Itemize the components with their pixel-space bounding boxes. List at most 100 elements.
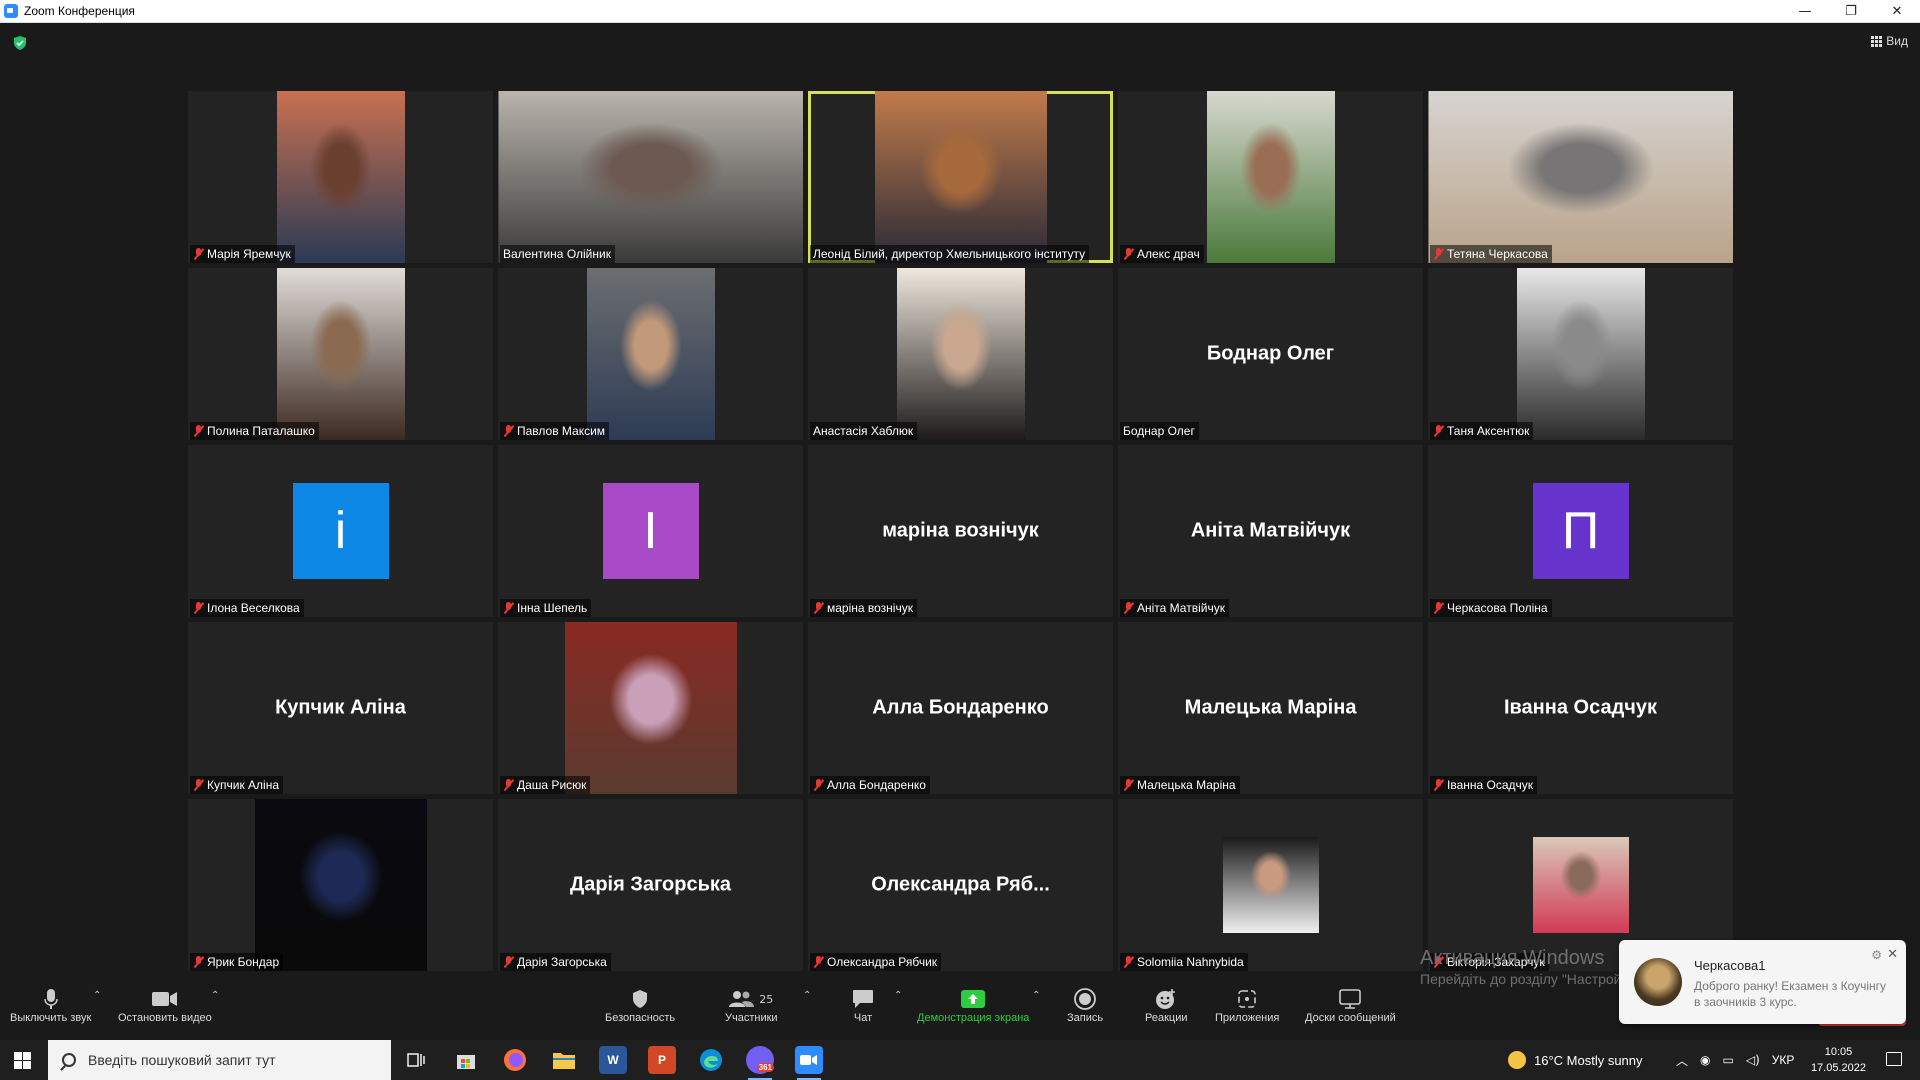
microphone-muted-icon	[193, 779, 204, 791]
microphone-muted-icon	[813, 956, 824, 968]
participant-name-tag: Валентина Олійник	[500, 245, 615, 263]
volume-icon[interactable]: ◁)	[1746, 1053, 1760, 1067]
participant-tile[interactable]: Тетяна Черкасова	[1428, 91, 1733, 263]
chat-button[interactable]: Чат	[852, 988, 874, 1024]
participant-name: Таня Аксентюк	[1447, 424, 1530, 438]
microphone-muted-icon	[1433, 602, 1444, 614]
participant-tile[interactable]: Таня Аксентюк	[1428, 268, 1733, 440]
zoom-taskbar-icon[interactable]	[795, 1046, 823, 1080]
participant-name-tag: Тетяна Черкасова	[1430, 245, 1552, 263]
participant-name: Тетяна Черкасова	[1447, 247, 1548, 261]
apps-label: Приложения	[1215, 1012, 1280, 1024]
participant-tile[interactable]: Іванна Осадчук Іванна Осадчук	[1428, 622, 1733, 794]
view-button[interactable]: Вид	[1871, 34, 1908, 48]
file-explorer-icon[interactable]	[550, 1046, 578, 1074]
microphone-muted-icon	[1433, 248, 1444, 260]
participant-name-tag: Іванна Осадчук	[1430, 776, 1538, 794]
apps-button[interactable]: Приложения	[1215, 988, 1279, 1024]
chat-options-caret-icon[interactable]: ⌃	[894, 990, 902, 1001]
video-camera-icon	[151, 988, 178, 1010]
record-button[interactable]: Запись	[1067, 988, 1103, 1024]
word-icon[interactable]: W	[599, 1046, 627, 1074]
security-button[interactable]: Безопасность	[605, 988, 675, 1024]
participant-tile[interactable]: І Інна Шепель	[498, 445, 803, 617]
mute-button[interactable]: Выключить звук	[10, 988, 91, 1024]
close-button[interactable]: ✕	[1874, 0, 1920, 23]
participant-video	[498, 91, 803, 263]
participant-tile[interactable]: Алекс драч	[1118, 91, 1423, 263]
participant-tile[interactable]: Ярик Бондар	[188, 799, 493, 971]
participant-tile[interactable]: П Черкасова Поліна	[1428, 445, 1733, 617]
video-options-caret-icon[interactable]: ⌃	[211, 990, 219, 1001]
taskbar-clock[interactable]: 10:05 17.05.2022	[1811, 1044, 1866, 1076]
participant-display-name: Алла Бондаренко	[872, 696, 1049, 719]
taskbar-search-box[interactable]: Введіть пошуковий запит тут	[48, 1040, 391, 1080]
weather-widget[interactable]: 16°C Mostly sunny	[1508, 1040, 1643, 1080]
participant-tile[interactable]: Анастасія Хаблюк	[808, 268, 1113, 440]
participant-tile[interactable]: Даша Рисюк	[498, 622, 803, 794]
minimize-button[interactable]: —	[1782, 0, 1828, 23]
notification-close-icon[interactable]: ✕	[1887, 947, 1898, 962]
microsoft-store-icon[interactable]	[452, 1046, 480, 1074]
participant-tile[interactable]: Марія Яремчук	[188, 91, 493, 263]
system-tray: ︿ ◉ ▭ ◁) УКР	[1676, 1040, 1794, 1080]
participant-tile[interactable]: Аніта Матвійчук Аніта Матвійчук	[1118, 445, 1423, 617]
participant-name: маріна вознічук	[827, 601, 913, 615]
microphone-muted-icon	[193, 602, 204, 614]
action-center-icon[interactable]	[1886, 1052, 1902, 1066]
participant-tile[interactable]: Боднар Олег Боднар Олег	[1118, 268, 1423, 440]
chat-notification-popup[interactable]: Черкасова1 Доброго ранку! Екзамен з Коуч…	[1619, 940, 1906, 1024]
viber-icon[interactable]: 361	[746, 1046, 774, 1080]
reactions-label: Реакции	[1145, 1012, 1188, 1024]
participant-tile[interactable]: маріна вознічук маріна вознічук	[808, 445, 1113, 617]
notification-settings-gear-icon[interactable]: ⚙	[1871, 948, 1882, 962]
stop-video-button[interactable]: Остановить видео	[118, 988, 212, 1024]
notification-sender: Черкасова1	[1694, 958, 1766, 973]
restore-button[interactable]: ❐	[1828, 0, 1874, 23]
participant-tile[interactable]: Валентина Олійник	[498, 91, 803, 263]
camera-tray-icon[interactable]: ◉	[1700, 1053, 1710, 1067]
sender-avatar	[1634, 958, 1682, 1006]
participant-tile[interactable]: Solomiia Nahnybida	[1118, 799, 1423, 971]
participant-name: Аніта Матвійчук	[1137, 601, 1225, 615]
avatar: І	[602, 483, 699, 579]
tray-expand-chevron-icon[interactable]: ︿	[1676, 1052, 1688, 1069]
audio-options-caret-icon[interactable]: ⌃	[93, 990, 101, 1001]
participant-name: Купчик Аліна	[207, 778, 279, 792]
participant-tile[interactable]: Малецька Маріна Малецька Маріна	[1118, 622, 1423, 794]
participant-tile[interactable]: Алла Бондаренко Алла Бондаренко	[808, 622, 1113, 794]
share-screen-button[interactable]: Демонстрация экрана	[917, 988, 1029, 1024]
whiteboards-button[interactable]: Доски сообщений	[1305, 988, 1396, 1024]
participant-tile[interactable]: Дарія Загорська Дарія Загорська	[498, 799, 803, 971]
language-indicator[interactable]: УКР	[1772, 1053, 1795, 1067]
participant-tile[interactable]: Купчик Аліна Купчик Аліна	[188, 622, 493, 794]
participant-video	[564, 622, 737, 794]
view-button-label: Вид	[1886, 34, 1908, 48]
sun-weather-icon	[1508, 1051, 1526, 1069]
avatar: і	[292, 483, 389, 579]
participant-name-tag: Дарія Загорська	[500, 953, 611, 971]
network-icon[interactable]: ▭	[1723, 1053, 1734, 1067]
edge-icon[interactable]	[697, 1046, 725, 1074]
clock-date: 17.05.2022	[1810, 1062, 1866, 1074]
participants-button[interactable]: 25 Участники	[725, 988, 778, 1024]
participants-options-caret-icon[interactable]: ⌃	[803, 990, 811, 1001]
encryption-shield-icon[interactable]	[12, 35, 28, 51]
participant-tile[interactable]: Леонід Білий, директор Хмельницького інс…	[808, 91, 1113, 263]
participant-tile[interactable]: і Ілона Веселкова	[188, 445, 493, 617]
participant-tile[interactable]: Полина Паталашко	[188, 268, 493, 440]
participant-tile[interactable]: Павлов Максим	[498, 268, 803, 440]
reactions-button[interactable]: Реакции	[1145, 988, 1188, 1024]
participant-name-tag: Таня Аксентюк	[1430, 422, 1534, 440]
task-view-icon[interactable]	[402, 1046, 430, 1074]
microphone-muted-icon	[503, 602, 514, 614]
powerpoint-icon[interactable]: P	[648, 1046, 676, 1074]
share-options-caret-icon[interactable]: ⌃	[1032, 990, 1040, 1001]
firefox-icon[interactable]	[501, 1046, 529, 1074]
microphone-muted-icon	[1433, 425, 1444, 437]
participant-name-tag: Анастасія Хаблюк	[810, 422, 918, 440]
windows-start-icon[interactable]	[14, 1052, 31, 1069]
participants-icon: 25	[729, 988, 773, 1010]
participant-video	[896, 268, 1025, 440]
participant-tile[interactable]: Олександра Ряб... Олександра Рябчик	[808, 799, 1113, 971]
